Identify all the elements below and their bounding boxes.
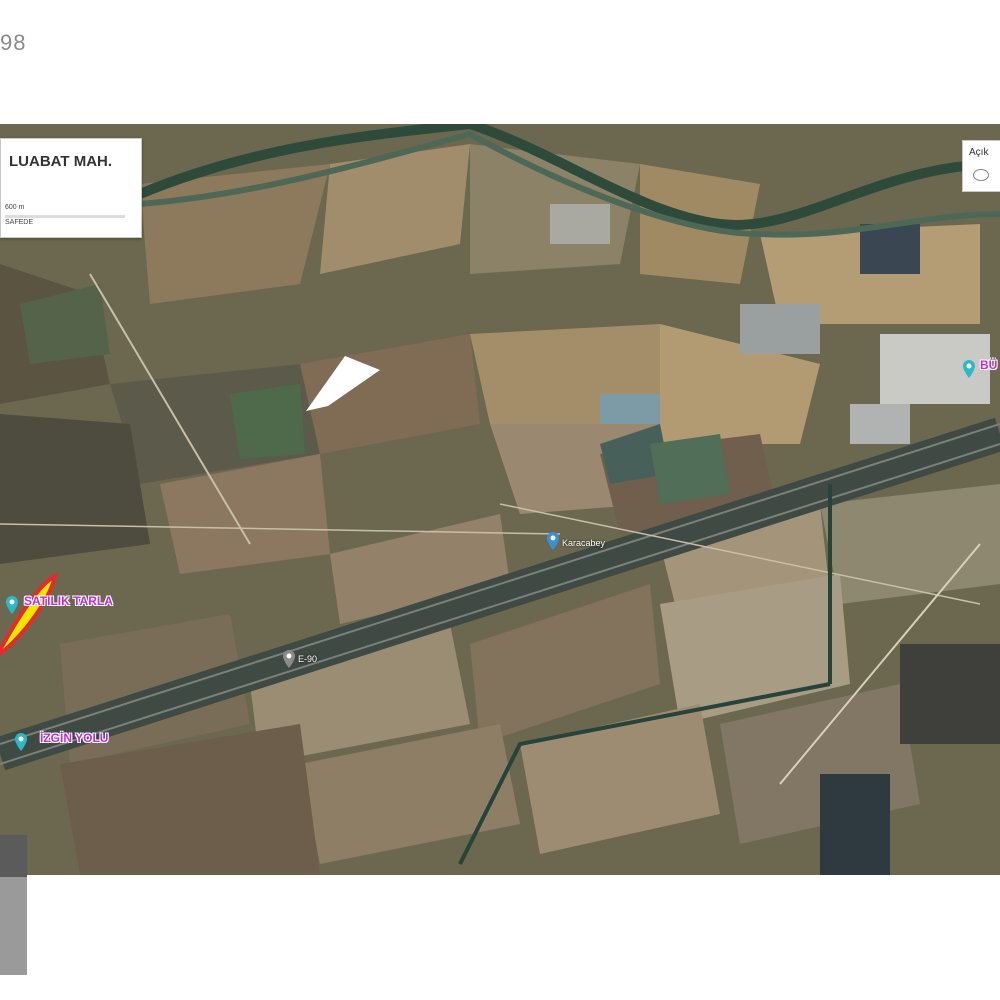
map-imagery xyxy=(0,124,1000,875)
location-pin-icon[interactable] xyxy=(963,360,975,378)
thumbnail-image[interactable] xyxy=(0,877,27,975)
layers-panel[interactable]: Açık xyxy=(962,140,1000,192)
secondary-road-label: Karacabey xyxy=(562,538,606,548)
page-number: 98 xyxy=(0,30,27,55)
place-label-bu[interactable]: BÜ xyxy=(980,358,997,372)
info-box-subtitle: SAFEDE xyxy=(5,219,34,226)
scale-label: 600 m xyxy=(5,204,25,211)
map-info-box: LUABAT MAH. 600 m SAFEDE xyxy=(0,138,142,238)
place-label-izgin-yolu[interactable]: İZGİN YOLU xyxy=(40,731,108,745)
place-label-satilik-tarla[interactable]: SATILIK TARLA xyxy=(24,594,113,608)
location-pin-icon[interactable] xyxy=(15,733,27,751)
satellite-map[interactable]: SATILIK TARLA İZGİN YOLU BÜ E-90 Karacab… xyxy=(0,124,1000,875)
layers-icon[interactable] xyxy=(973,169,989,181)
layers-panel-label: Açık xyxy=(969,147,989,158)
highway-label: E-90 xyxy=(298,654,318,664)
info-box-title: LUABAT MAH. xyxy=(9,153,113,170)
scale-bar xyxy=(5,215,125,218)
thumbnail-strip[interactable] xyxy=(0,835,27,975)
road-pin-icon[interactable] xyxy=(283,650,295,668)
road-pin-icon[interactable] xyxy=(547,532,559,550)
location-pin-icon[interactable] xyxy=(6,596,18,614)
